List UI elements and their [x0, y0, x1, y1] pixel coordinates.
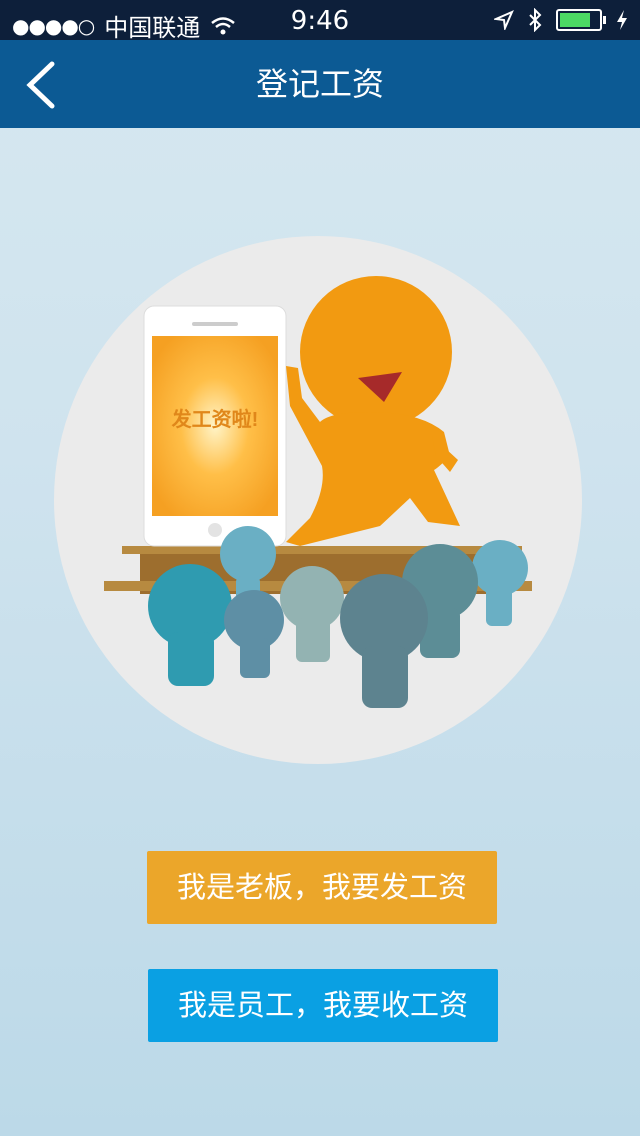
salary-illustration: 发工资啦!: [54, 236, 582, 764]
phone-home-button: [208, 523, 222, 537]
employee-receive-salary-button[interactable]: 我是员工，我要收工资: [148, 969, 498, 1042]
boss-pay-salary-button[interactable]: 我是老板，我要发工资: [147, 851, 497, 924]
phone-screen-text: 发工资啦!: [171, 407, 259, 431]
page-title: 登记工资: [255, 65, 384, 103]
battery-icon: [556, 9, 606, 31]
location-icon: [494, 10, 514, 30]
charging-icon: [617, 10, 627, 30]
bluetooth-icon: [529, 8, 542, 32]
phone-speaker: [192, 322, 238, 326]
status-icons: [494, 8, 628, 32]
status-bar: ●●●●○ 中国联通 9:46: [0, 0, 640, 42]
navigation-bar: 登记工资: [0, 40, 640, 128]
battery-level: [560, 13, 590, 27]
